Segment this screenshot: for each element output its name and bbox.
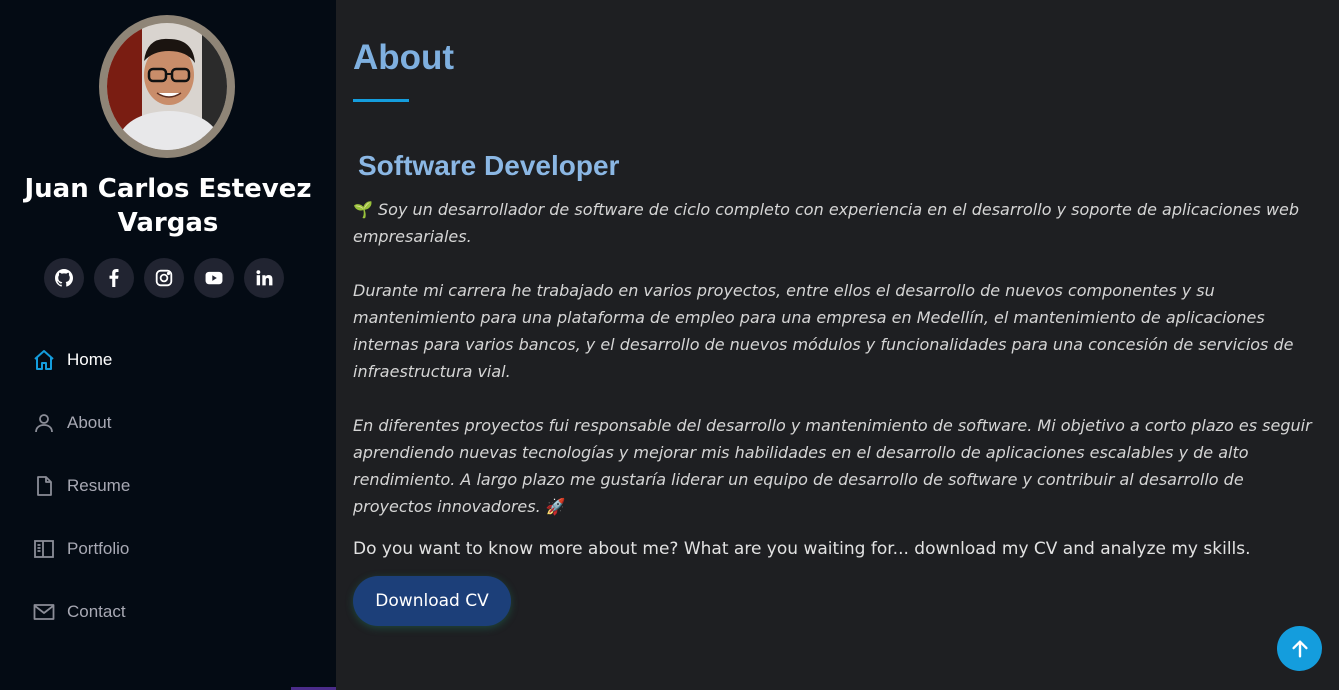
back-to-top-button[interactable] <box>1277 626 1322 671</box>
bio-text-3: En diferentes proyectos fui responsable … <box>353 416 1312 516</box>
youtube-link[interactable] <box>194 258 234 298</box>
rocket-icon: 🚀 <box>545 497 566 516</box>
arrow-up-icon <box>1291 639 1308 658</box>
title-underline <box>353 99 409 102</box>
facebook-link[interactable] <box>94 258 134 298</box>
envelope-icon <box>32 600 56 624</box>
nav-label-about: About <box>67 413 112 432</box>
avatar <box>99 15 235 158</box>
facebook-icon <box>109 269 119 287</box>
nav-item-about[interactable]: About <box>32 403 130 443</box>
main-content: About Software Developer 🌱 Soy un desarr… <box>336 0 1339 690</box>
nav-menu: Home About Resume Portfolio Contact <box>32 340 130 655</box>
bio-text-1: Soy un desarrollador de software de cicl… <box>353 200 1300 246</box>
youtube-icon <box>205 271 223 285</box>
github-link[interactable] <box>44 258 84 298</box>
home-icon <box>32 348 56 372</box>
sidebar: Juan Carlos Estevez Vargas Home About Re… <box>0 0 339 690</box>
nav-label-resume: Resume <box>67 476 131 495</box>
bio-paragraph-2: Durante mi carrera he trabajado en vario… <box>353 281 1294 381</box>
profile-name: Juan Carlos Estevez Vargas <box>24 174 312 238</box>
nav-item-portfolio[interactable]: Portfolio <box>32 529 130 569</box>
avatar-photo <box>107 23 227 150</box>
nav-item-resume[interactable]: Resume <box>32 466 130 506</box>
linkedin-icon <box>256 270 273 286</box>
role-title: Software Developer <box>358 150 620 181</box>
seedling-icon: 🌱 <box>353 200 373 219</box>
github-icon <box>55 269 73 287</box>
nav-item-home[interactable]: Home <box>32 340 130 380</box>
nav-label-portfolio: Portfolio <box>67 539 130 558</box>
book-half-icon <box>32 537 56 561</box>
file-icon <box>32 474 56 498</box>
nav-label-contact: Contact <box>67 602 126 621</box>
person-icon <box>32 411 56 435</box>
nav-item-contact[interactable]: Contact <box>32 592 130 632</box>
nav-label-home: Home <box>67 350 113 369</box>
about-bio: 🌱 Soy un desarrollador de software de ci… <box>353 196 1323 520</box>
section-title: About <box>353 38 455 77</box>
bio-paragraph-3: En diferentes proyectos fui responsable … <box>353 412 1323 520</box>
cta-text: Do you want to know more about me? What … <box>353 539 1251 559</box>
social-links <box>44 258 284 298</box>
instagram-icon <box>155 269 173 287</box>
bio-paragraph-1: 🌱 Soy un desarrollador de software de ci… <box>353 196 1323 250</box>
instagram-link[interactable] <box>144 258 184 298</box>
linkedin-link[interactable] <box>244 258 284 298</box>
download-cv-button[interactable]: Download CV <box>353 576 511 626</box>
